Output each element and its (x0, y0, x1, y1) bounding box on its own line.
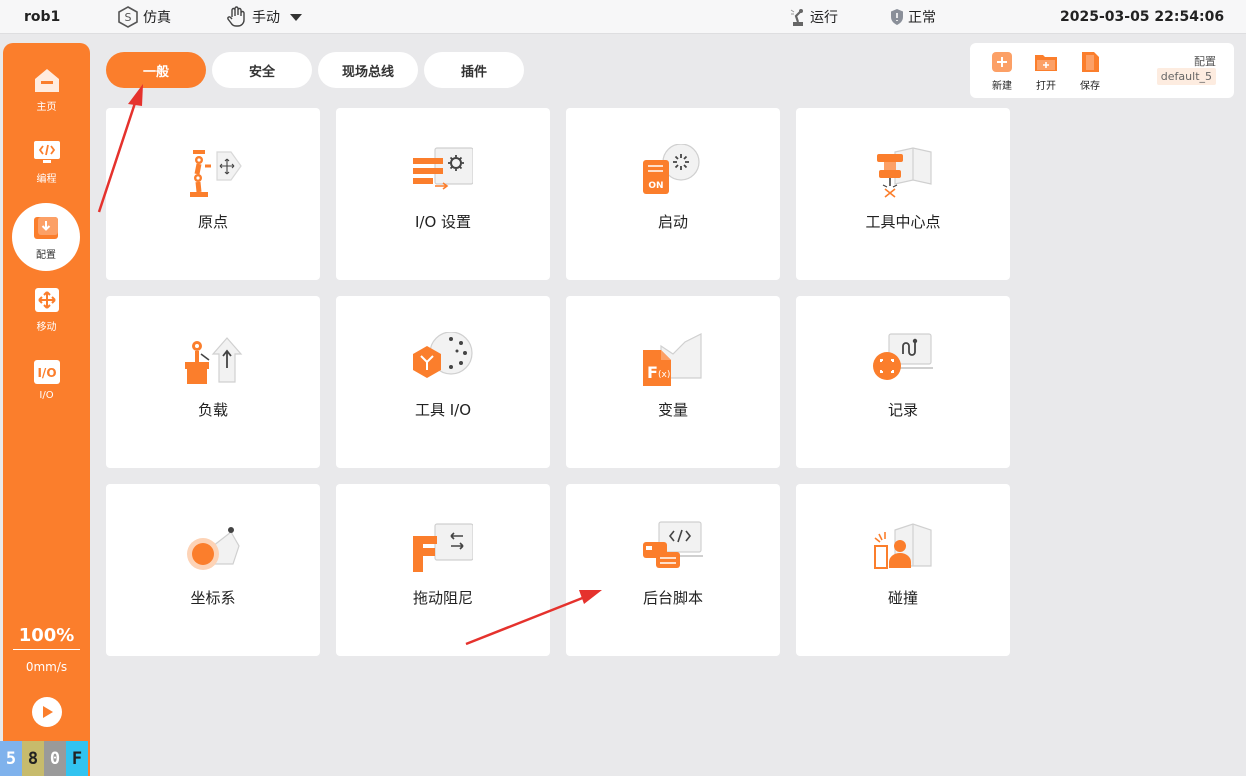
status-badge: F (66, 741, 88, 776)
drag-damping-icon (413, 523, 473, 572)
sidebar: 主页 编程 配置 移动 I/O I/O 100% 0mm/s (3, 43, 90, 776)
origin-icon (190, 150, 242, 197)
card-label: 后台脚本 (642, 589, 703, 607)
shield-icon (891, 9, 903, 25)
card-collision[interactable]: 碰撞 (796, 484, 1010, 656)
tcp-icon (877, 147, 932, 198)
move-icon (34, 288, 59, 312)
svg-text:S: S (125, 11, 132, 24)
speed-divider (13, 649, 80, 650)
sidebar-item-label: I/O (39, 390, 54, 401)
collision-icon (874, 523, 932, 569)
card-label: 变量 (657, 401, 688, 419)
background-script-icon (643, 521, 703, 568)
simulation-label: 仿真 (143, 10, 171, 26)
speed-mms: 0mm/s (25, 660, 68, 674)
card-label: I/O 设置 (414, 213, 472, 231)
sidebar-item-config[interactable]: 配置 (12, 203, 80, 271)
play-icon (43, 706, 53, 718)
sidebar-item-programming[interactable]: 编程 (3, 137, 90, 197)
card-origin[interactable]: 原点 (106, 108, 320, 280)
tab-safety[interactable]: 安全 (212, 52, 312, 88)
card-label: 记录 (887, 401, 918, 419)
new-button[interactable]: 新建 (984, 49, 1020, 93)
card-drag-damping[interactable]: 拖动阻尼 (336, 484, 550, 656)
card-payload[interactable]: 负载 (106, 296, 320, 468)
play-button[interactable] (32, 697, 62, 727)
sidebar-item-label: 配置 (36, 250, 56, 261)
card-background-script[interactable]: 后台脚本 (566, 484, 780, 656)
card-startup[interactable]: ON 启动 (566, 108, 780, 280)
run-label: 运行 (810, 10, 838, 26)
tab-fieldbus[interactable]: 现场总线 (318, 52, 418, 88)
card-label: 原点 (197, 213, 228, 231)
system-status: 正常 (889, 0, 936, 34)
manual-label: 手动 (252, 10, 280, 26)
run-status: 运行 (789, 0, 838, 34)
card-coordinate-system[interactable]: 坐标系 (106, 484, 320, 656)
top-bar: rob1 S 仿真 手动 运行 正常 2025-03-05 22:54:06 (0, 0, 1246, 34)
folder-icon (1035, 55, 1057, 71)
io-settings-icon (413, 147, 473, 190)
card-label: 拖动阻尼 (412, 589, 473, 607)
new-file-icon (992, 52, 1012, 72)
simulation-icon: S (118, 6, 138, 28)
speed-percent[interactable]: 100% (3, 625, 90, 646)
card-label: 坐标系 (190, 589, 236, 607)
payload-icon (185, 337, 243, 384)
status-label: 正常 (908, 10, 936, 26)
card-tool-io[interactable]: 工具 I/O (336, 296, 550, 468)
code-icon (33, 141, 60, 163)
variables-icon: F (x) (643, 333, 702, 386)
card-label: 负载 (197, 401, 228, 419)
sidebar-item-label: 编程 (36, 174, 57, 185)
open-label: 打开 (1036, 81, 1056, 92)
card-label: 碰撞 (887, 589, 918, 607)
sidebar-item-io[interactable]: I/O I/O (3, 357, 90, 417)
coordinate-icon (187, 527, 240, 570)
open-button[interactable]: 打开 (1028, 49, 1064, 93)
robot-arm-icon (790, 9, 803, 26)
card-label: 工具中心点 (865, 213, 941, 231)
sidebar-item-label: 移动 (36, 322, 57, 333)
config-icon (34, 217, 58, 239)
status-badge: 5 (0, 741, 22, 776)
save-label: 保存 (1080, 81, 1100, 92)
status-badge: 0 (44, 741, 66, 776)
chevron-down-icon (290, 14, 302, 21)
tool-io-icon (413, 332, 473, 378)
save-icon (1082, 52, 1099, 72)
robot-name[interactable]: rob1 (24, 0, 60, 34)
card-label: 工具 I/O (414, 401, 472, 419)
card-label: 启动 (657, 213, 688, 231)
config-label: 配置 (1194, 55, 1216, 68)
config-file-panel: 新建 打开 保存 配置 default_5 (970, 43, 1234, 98)
sidebar-item-move[interactable]: 移动 (3, 285, 90, 345)
card-log[interactable]: 记录 (796, 296, 1010, 468)
svg-text:ON: ON (648, 181, 663, 191)
datetime: 2025-03-05 22:54:06 (1060, 9, 1225, 25)
svg-text:(x): (x) (658, 370, 670, 380)
sidebar-item-home[interactable]: 主页 (3, 65, 90, 125)
svg-text:I/O: I/O (37, 366, 56, 380)
card-tcp[interactable]: 工具中心点 (796, 108, 1010, 280)
svg-text:F: F (647, 363, 658, 382)
save-button[interactable]: 保存 (1072, 49, 1108, 93)
simulation-mode[interactable]: S 仿真 (116, 0, 171, 34)
status-badge: 8 (22, 741, 44, 776)
log-icon (873, 333, 933, 380)
card-variables[interactable]: F (x) 变量 (566, 296, 780, 468)
config-value[interactable]: default_5 (1156, 68, 1216, 85)
card-io-settings[interactable]: I/O 设置 (336, 108, 550, 280)
manual-mode-dropdown[interactable]: 手动 (225, 0, 309, 34)
tab-general[interactable]: 一般 (106, 52, 206, 88)
home-icon (34, 69, 59, 92)
hand-icon (227, 6, 245, 27)
startup-icon: ON (643, 144, 700, 194)
tab-plugins[interactable]: 插件 (424, 52, 524, 88)
status-badge-strip: 5 8 0 F (0, 741, 88, 776)
io-icon: I/O (33, 360, 60, 384)
sidebar-item-label: 主页 (36, 102, 57, 113)
new-label: 新建 (992, 81, 1012, 92)
